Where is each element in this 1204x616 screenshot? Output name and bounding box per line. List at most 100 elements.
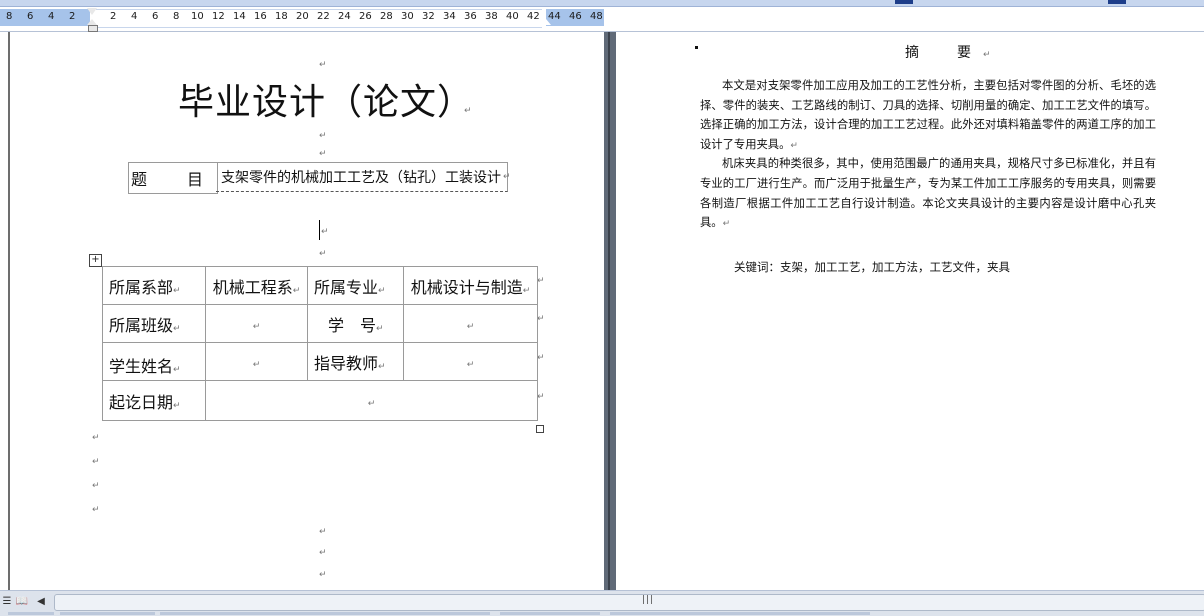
ruler-number: 20 xyxy=(296,11,309,22)
table-row: 所属班级↵ ↵ 学 号↵ ↵ xyxy=(102,304,538,343)
ruler-number: 22 xyxy=(317,11,330,22)
ruler-number: 38 xyxy=(485,11,498,22)
topic-label: 题 目 xyxy=(130,170,215,189)
ruler-number: 6 xyxy=(27,11,34,22)
table-cell[interactable]: 机械设计与制造↵ xyxy=(403,266,538,305)
paragraph-mark: ↵ xyxy=(319,249,327,259)
paragraph-mark: ↵ xyxy=(319,527,327,537)
cell-text: 机械设计与制造 xyxy=(410,277,523,297)
table-cell[interactable]: 机械工程系↵ xyxy=(205,266,308,305)
keywords-line[interactable]: 关键词：支架，加工工艺，加工方法，工艺文件，夹具 xyxy=(734,259,1010,275)
ruler-number: 46 xyxy=(569,11,582,22)
student-info-table[interactable]: 所属系部↵ 机械工程系↵ 所属专业↵ 机械设计与制造↵ 所属班级↵ ↵ 学 号↵… xyxy=(102,266,538,421)
ruler-number: 6 xyxy=(152,11,159,22)
topic-value-cell[interactable]: 支架零件的机械加工工艺及（钻孔）工装设计 ↵ xyxy=(216,162,511,192)
table-cell[interactable]: ↵ xyxy=(403,304,538,343)
bullet-marker xyxy=(695,46,698,49)
topic-value: 支架零件的机械加工工艺及（钻孔）工装设计 xyxy=(221,170,501,186)
topic-label-cell[interactable]: 题 目 xyxy=(128,162,218,194)
table-row: 所属系部↵ 机械工程系↵ 所属专业↵ 机械设计与制造↵ xyxy=(102,266,538,305)
paragraph-mark: ↵ xyxy=(319,548,327,558)
table-cell-merged[interactable]: ↵ xyxy=(205,380,538,421)
abstract-body[interactable]: 本文是对支架零件加工应用及加工的工艺性分析，主要包括对零件图的分析、毛坯的选择、… xyxy=(700,76,1156,233)
ruler-number: 40 xyxy=(506,11,519,22)
first-line-indent-handle[interactable] xyxy=(87,8,97,15)
ruler-number: 34 xyxy=(443,11,456,22)
left-indent-handle[interactable] xyxy=(88,25,98,32)
cell-text: 指导教师 xyxy=(314,353,379,373)
ruler-number: 8 xyxy=(6,11,13,22)
draft-view-icon[interactable]: ☰ xyxy=(0,595,14,609)
cell-end-mark: ↵ xyxy=(173,323,181,334)
cell-end-mark: ↵ xyxy=(466,322,475,332)
cell-end-mark: ↵ xyxy=(173,365,181,375)
scroll-left-icon[interactable]: ◀ xyxy=(34,595,48,609)
table-move-handle-icon[interactable]: + xyxy=(89,254,102,267)
ruler-number: 36 xyxy=(464,11,477,22)
table-cell[interactable]: ↵ xyxy=(205,342,308,381)
ruler-number: 8 xyxy=(173,11,180,22)
table-cell[interactable]: 所属专业↵ xyxy=(307,266,404,305)
page-edge-line xyxy=(8,32,10,590)
cell-end-mark: ↵ xyxy=(522,285,531,296)
ruler-number: 44 xyxy=(548,11,561,22)
table-cell[interactable]: 学生姓名↵ xyxy=(102,342,206,381)
table-cell[interactable]: 起讫日期↵ xyxy=(102,380,206,421)
scrollbar-thumb[interactable] xyxy=(54,594,1204,611)
horizontal-ruler[interactable]: 8 6 4 2 2 4 6 8 10 12 14 16 18 20 22 24 … xyxy=(0,7,1204,32)
window-top-strip xyxy=(0,0,1204,7)
toolbar-edge-mark xyxy=(895,0,913,4)
cell-end-mark: ↵ xyxy=(503,172,511,182)
row-end-mark: ↵ xyxy=(537,392,545,402)
cell-end-mark: ↵ xyxy=(252,360,261,370)
abstract-paragraph: 机床夹具的种类很多，其中，使用范围最广的通用夹具，规格尺寸多已标准化，并且有专业… xyxy=(700,154,1156,232)
ruler-number: 10 xyxy=(191,11,204,22)
toolbar-edge-mark xyxy=(1108,0,1126,4)
page-separator-line xyxy=(608,32,610,590)
paragraph-mark: ↵ xyxy=(319,570,327,580)
cell-text: 所属专业 xyxy=(314,277,379,297)
paragraph-mark: ↵ xyxy=(321,227,329,237)
document-title[interactable]: 毕业设计（论文） xyxy=(178,80,474,126)
abstract-paragraph: 本文是对支架零件加工应用及加工的工艺性分析，主要包括对零件图的分析、毛坯的选择、… xyxy=(700,76,1156,154)
ruler-number: 12 xyxy=(212,11,225,22)
ruler-left-margin xyxy=(0,9,90,26)
abstract-title[interactable]: 摘 要↵ xyxy=(905,42,991,62)
paragraph-mark: ↵ xyxy=(722,219,731,230)
cell-end-mark: ↵ xyxy=(173,400,181,411)
page-separator xyxy=(604,32,616,590)
horizontal-scrollbar[interactable]: ☰ 📖 ◀ ||| xyxy=(0,590,1204,616)
table-cell[interactable]: 指导教师↵ xyxy=(307,342,404,381)
scrollbar-grip: ||| xyxy=(642,595,655,605)
table-cell[interactable]: ↵ xyxy=(205,304,308,343)
ruler-number: 32 xyxy=(422,11,435,22)
cell-end-mark: ↵ xyxy=(367,399,376,409)
paragraph-mark: ↵ xyxy=(983,50,991,60)
ruler-number: 48 xyxy=(590,11,603,22)
table-resize-handle[interactable] xyxy=(536,425,544,433)
cell-end-mark: ↵ xyxy=(292,285,301,296)
ruler-number: 24 xyxy=(338,11,351,22)
cell-text: 所属系部 xyxy=(109,277,174,297)
paragraph-mark: ↵ xyxy=(92,433,100,443)
ruler-number: 4 xyxy=(48,11,55,22)
abstract-paragraph-text: 本文是对支架零件加工应用及加工的工艺性分析，主要包括对零件图的分析、毛坯的选择、… xyxy=(700,79,1156,151)
reading-view-icon[interactable]: 📖 xyxy=(15,595,29,609)
cell-text: 所属班级 xyxy=(109,315,174,335)
row-end-mark: ↵ xyxy=(537,314,545,324)
paragraph-mark: ↵ xyxy=(319,60,327,70)
cell-end-mark: ↵ xyxy=(173,285,181,296)
ruler-number: 2 xyxy=(69,11,76,22)
ruler-number: 2 xyxy=(110,11,117,22)
table-cell[interactable]: ↵ xyxy=(403,342,538,381)
ruler-number: 16 xyxy=(254,11,267,22)
ruler-blank xyxy=(604,9,1204,26)
ruler-number: 30 xyxy=(401,11,414,22)
table-cell[interactable]: 所属系部↵ xyxy=(102,266,206,305)
row-end-mark: ↵ xyxy=(537,276,545,286)
table-cell[interactable]: 学 号↵ xyxy=(307,304,404,343)
ruler-number: 26 xyxy=(359,11,372,22)
abstract-paragraph-text: 机床夹具的种类很多，其中，使用范围最广的通用夹具，规格尺寸多已标准化，并且有专业… xyxy=(700,157,1156,230)
table-cell[interactable]: 所属班级↵ xyxy=(102,304,206,343)
cell-text: 学 号 xyxy=(328,315,377,335)
